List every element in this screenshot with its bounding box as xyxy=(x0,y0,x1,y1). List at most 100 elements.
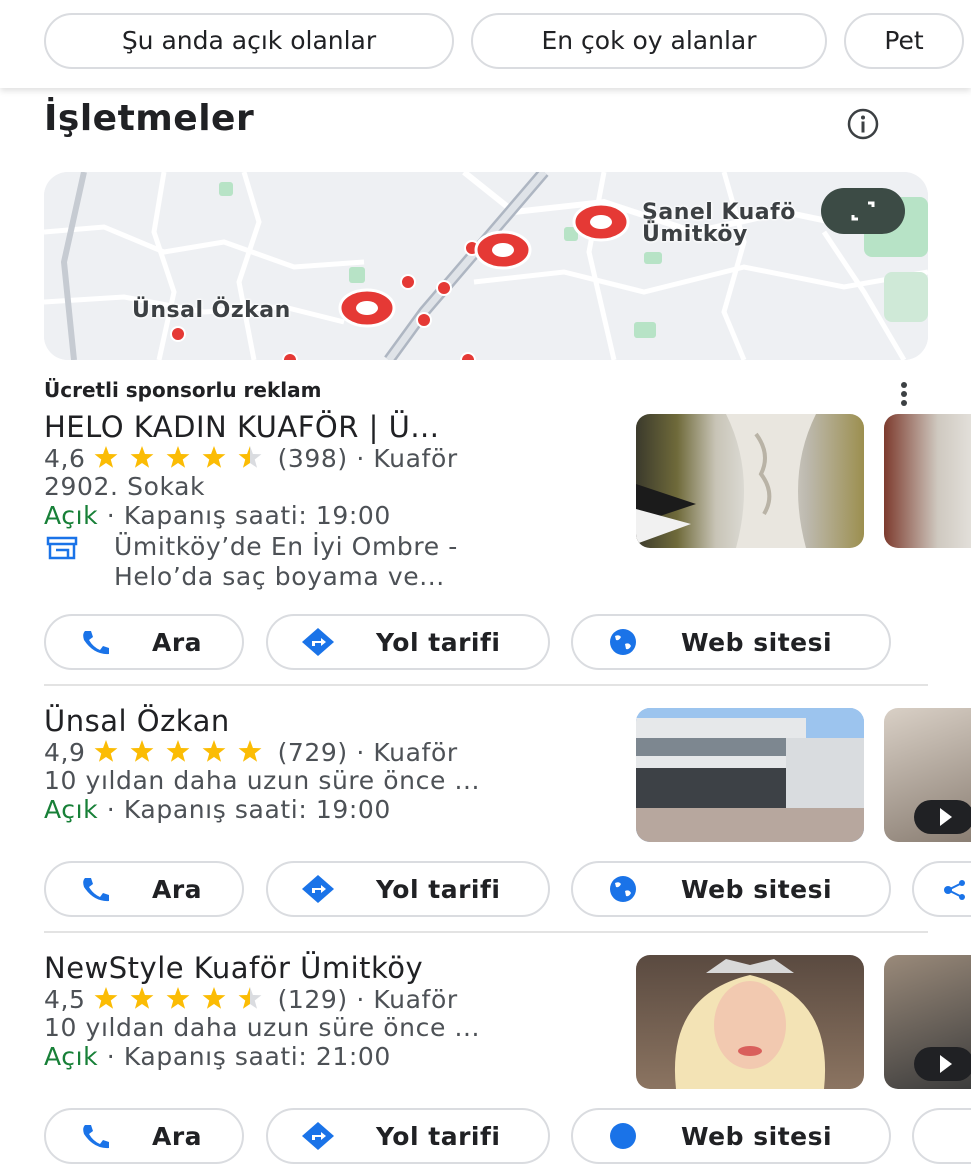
rating-value: 4,5 xyxy=(44,985,86,1014)
map-pin-icon[interactable] xyxy=(474,230,532,274)
call-label: Ara xyxy=(152,1122,203,1151)
map-marker-small[interactable] xyxy=(436,280,452,296)
globe-icon xyxy=(610,876,636,902)
website-label: Web sitesi xyxy=(681,628,833,657)
closing-time: · Kapanış saati: 21:00 xyxy=(106,1042,391,1071)
review-count: (398) xyxy=(277,444,348,473)
directions-icon xyxy=(302,875,334,903)
chip-open-now[interactable]: Şu anda açık olanlar xyxy=(44,13,454,69)
directions-label: Yol tarifi xyxy=(376,628,501,657)
star-icon xyxy=(94,987,117,1009)
section-title: İşletmeler xyxy=(44,98,255,139)
globe-icon xyxy=(610,629,636,655)
phone-icon xyxy=(83,1125,109,1149)
globe-icon xyxy=(610,1123,636,1149)
call-label: Ara xyxy=(152,875,203,904)
map-expand-button[interactable] xyxy=(821,188,905,234)
star-rating-icon xyxy=(94,740,261,762)
website-button[interactable]: Web sitesi xyxy=(571,861,891,917)
closing-time: · Kapanış saati: 19:00 xyxy=(106,501,391,530)
closing-time: · Kapanış saati: 19:00 xyxy=(106,795,391,824)
review-count: (129) xyxy=(277,985,348,1014)
map-marker-small[interactable] xyxy=(400,274,416,290)
star-icon xyxy=(94,446,117,468)
phone-icon xyxy=(83,878,109,902)
directions-label: Yol tarifi xyxy=(376,875,501,904)
business-category: · Kuaför xyxy=(356,738,458,767)
business-photo[interactable] xyxy=(636,708,864,842)
business-photo[interactable] xyxy=(636,955,864,1089)
rating-row: 4,9 (729) · Kuaför xyxy=(44,738,458,767)
business-photo[interactable] xyxy=(884,414,971,548)
filter-chip-bar: Şu anda açık olanlar En çok oy alanlar P… xyxy=(0,0,971,88)
share-icon xyxy=(944,880,965,900)
business-name[interactable]: Ünsal Özkan xyxy=(44,704,230,738)
business-name[interactable]: NewStyle Kuaför Ümitköy xyxy=(44,951,423,985)
sponsored-label: Ücretli sponsorlu reklam xyxy=(44,378,322,402)
star-icon xyxy=(238,987,261,1009)
business-video[interactable] xyxy=(884,708,971,842)
star-icon xyxy=(238,446,261,468)
business-category: · Kuaför xyxy=(356,985,458,1014)
business-name[interactable]: HELO KADIN KUAFÖR | Ü... xyxy=(44,410,440,444)
star-icon xyxy=(130,987,153,1009)
map-marker-small[interactable] xyxy=(170,326,186,342)
map-pin-icon[interactable] xyxy=(572,202,630,246)
directions-button[interactable]: Yol tarifi xyxy=(266,614,550,670)
chip-top-rated[interactable]: En çok oy alanlar xyxy=(471,13,827,69)
call-button[interactable]: Ara xyxy=(44,861,244,917)
info-icon[interactable] xyxy=(845,106,881,142)
star-rating-icon xyxy=(94,987,261,1009)
promo-line: Ümitköy’de En İyi Ombre - xyxy=(114,532,458,561)
storefront-photo-image xyxy=(636,708,864,842)
business-address: 2902. Sokak xyxy=(44,472,206,501)
open-status: Açık xyxy=(44,795,99,824)
play-icon xyxy=(914,800,971,834)
star-icon xyxy=(202,740,225,762)
hours-row: Açık · Kapanış saati: 19:00 xyxy=(44,795,391,824)
website-label: Web sitesi xyxy=(681,1122,833,1151)
star-icon xyxy=(166,987,189,1009)
star-icon xyxy=(130,446,153,468)
map-preview[interactable]: Ünsal Özkan Şanel Kuafö Ümitköy xyxy=(44,172,928,360)
map-pin-icon[interactable] xyxy=(338,288,396,332)
hours-row: Açık · Kapanış saati: 21:00 xyxy=(44,1042,391,1071)
star-icon xyxy=(238,740,261,762)
map-label-sanel-area: Ümitköy xyxy=(642,222,748,247)
directions-button[interactable]: Yol tarifi xyxy=(266,1108,550,1164)
share-button[interactable] xyxy=(912,861,971,917)
promo-line: Helo’da saç boyama ve... xyxy=(114,562,445,591)
phone-icon xyxy=(83,631,109,655)
website-button[interactable]: Web sitesi xyxy=(571,614,891,670)
directions-button[interactable]: Yol tarifi xyxy=(266,861,550,917)
rating-value: 4,6 xyxy=(44,444,86,473)
more-options-icon[interactable] xyxy=(896,381,912,407)
rating-row: 4,5 (129) · Kuaför xyxy=(44,985,458,1014)
directions-icon xyxy=(302,628,334,656)
business-photo[interactable] xyxy=(636,414,864,548)
call-button[interactable]: Ara xyxy=(44,1108,244,1164)
share-button[interactable] xyxy=(912,1108,971,1164)
call-label: Ara xyxy=(152,628,203,657)
map-marker-small[interactable] xyxy=(416,312,432,328)
business-snippet: 10 yıldan daha uzun süre önce ... xyxy=(44,1013,481,1042)
portrait-photo-image xyxy=(674,959,826,1089)
star-icon xyxy=(166,740,189,762)
website-button[interactable]: Web sitesi xyxy=(571,1108,891,1164)
star-rating-icon xyxy=(94,446,261,468)
open-status: Açık xyxy=(44,501,99,530)
directions-label: Yol tarifi xyxy=(376,1122,501,1151)
hair-photo-image xyxy=(636,414,816,548)
star-icon xyxy=(166,446,189,468)
website-label: Web sitesi xyxy=(681,875,833,904)
rating-value: 4,9 xyxy=(44,738,86,767)
star-icon xyxy=(202,446,225,468)
star-icon xyxy=(94,740,117,762)
business-video[interactable] xyxy=(884,955,971,1089)
map-label-unsal: Ünsal Özkan xyxy=(132,298,291,323)
call-button[interactable]: Ara xyxy=(44,614,244,670)
business-snippet: 10 yıldan daha uzun süre önce ... xyxy=(44,766,481,795)
open-status: Açık xyxy=(44,1042,99,1071)
chip-pet[interactable]: Pet xyxy=(844,13,964,69)
storefront-icon xyxy=(46,536,78,560)
